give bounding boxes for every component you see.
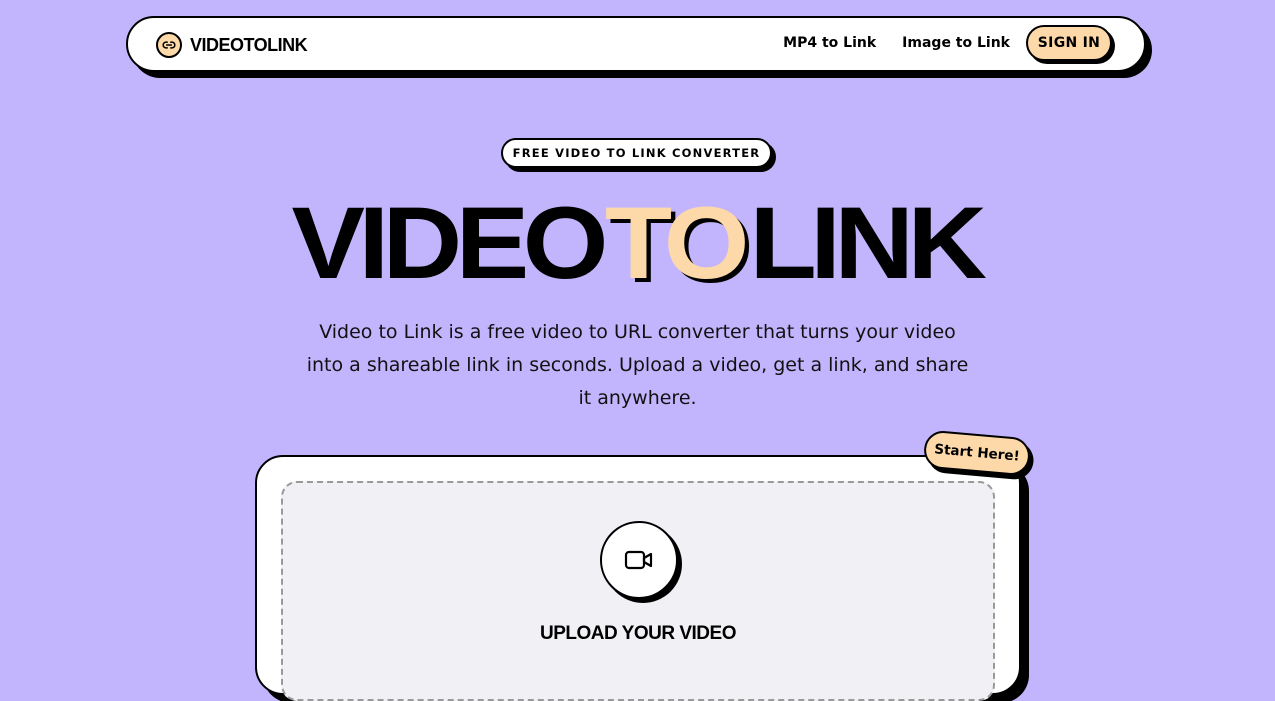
- hero-description: Video to Link is a free video to URL con…: [306, 321, 969, 409]
- logo-text: VIDEOTOLINK: [190, 34, 308, 55]
- sign-in-button[interactable]: SIGN IN: [1026, 25, 1112, 61]
- hero-title-video: VIDEO: [291, 186, 608, 300]
- link-icon: [156, 32, 182, 58]
- hero-badge: FREE VIDEO TO LINK CONVERTER: [501, 138, 772, 168]
- hero-title: VIDEO TO LINK: [0, 188, 1275, 298]
- nav-link-image-to-link[interactable]: Image to Link: [902, 35, 1010, 51]
- upload-dropzone[interactable]: UPLOAD YOUR VIDEO: [281, 481, 995, 701]
- nav-links: MP4 to Link Image to Link SIGN IN: [783, 25, 1112, 61]
- upload-title: UPLOAD YOUR VIDEO: [540, 623, 736, 644]
- video-camera-icon: [624, 549, 654, 571]
- hero-title-link: LINK: [749, 186, 988, 300]
- hero-title-to: TO: [605, 186, 750, 300]
- upload-video-button[interactable]: [600, 521, 678, 599]
- navbar: VIDEOTOLINK MP4 to Link Image to Link SI…: [126, 16, 1146, 72]
- logo[interactable]: VIDEOTOLINK: [156, 31, 308, 59]
- upload-card: UPLOAD YOUR VIDEO: [255, 455, 1021, 701]
- nav-link-mp4-to-link[interactable]: MP4 to Link: [783, 35, 876, 51]
